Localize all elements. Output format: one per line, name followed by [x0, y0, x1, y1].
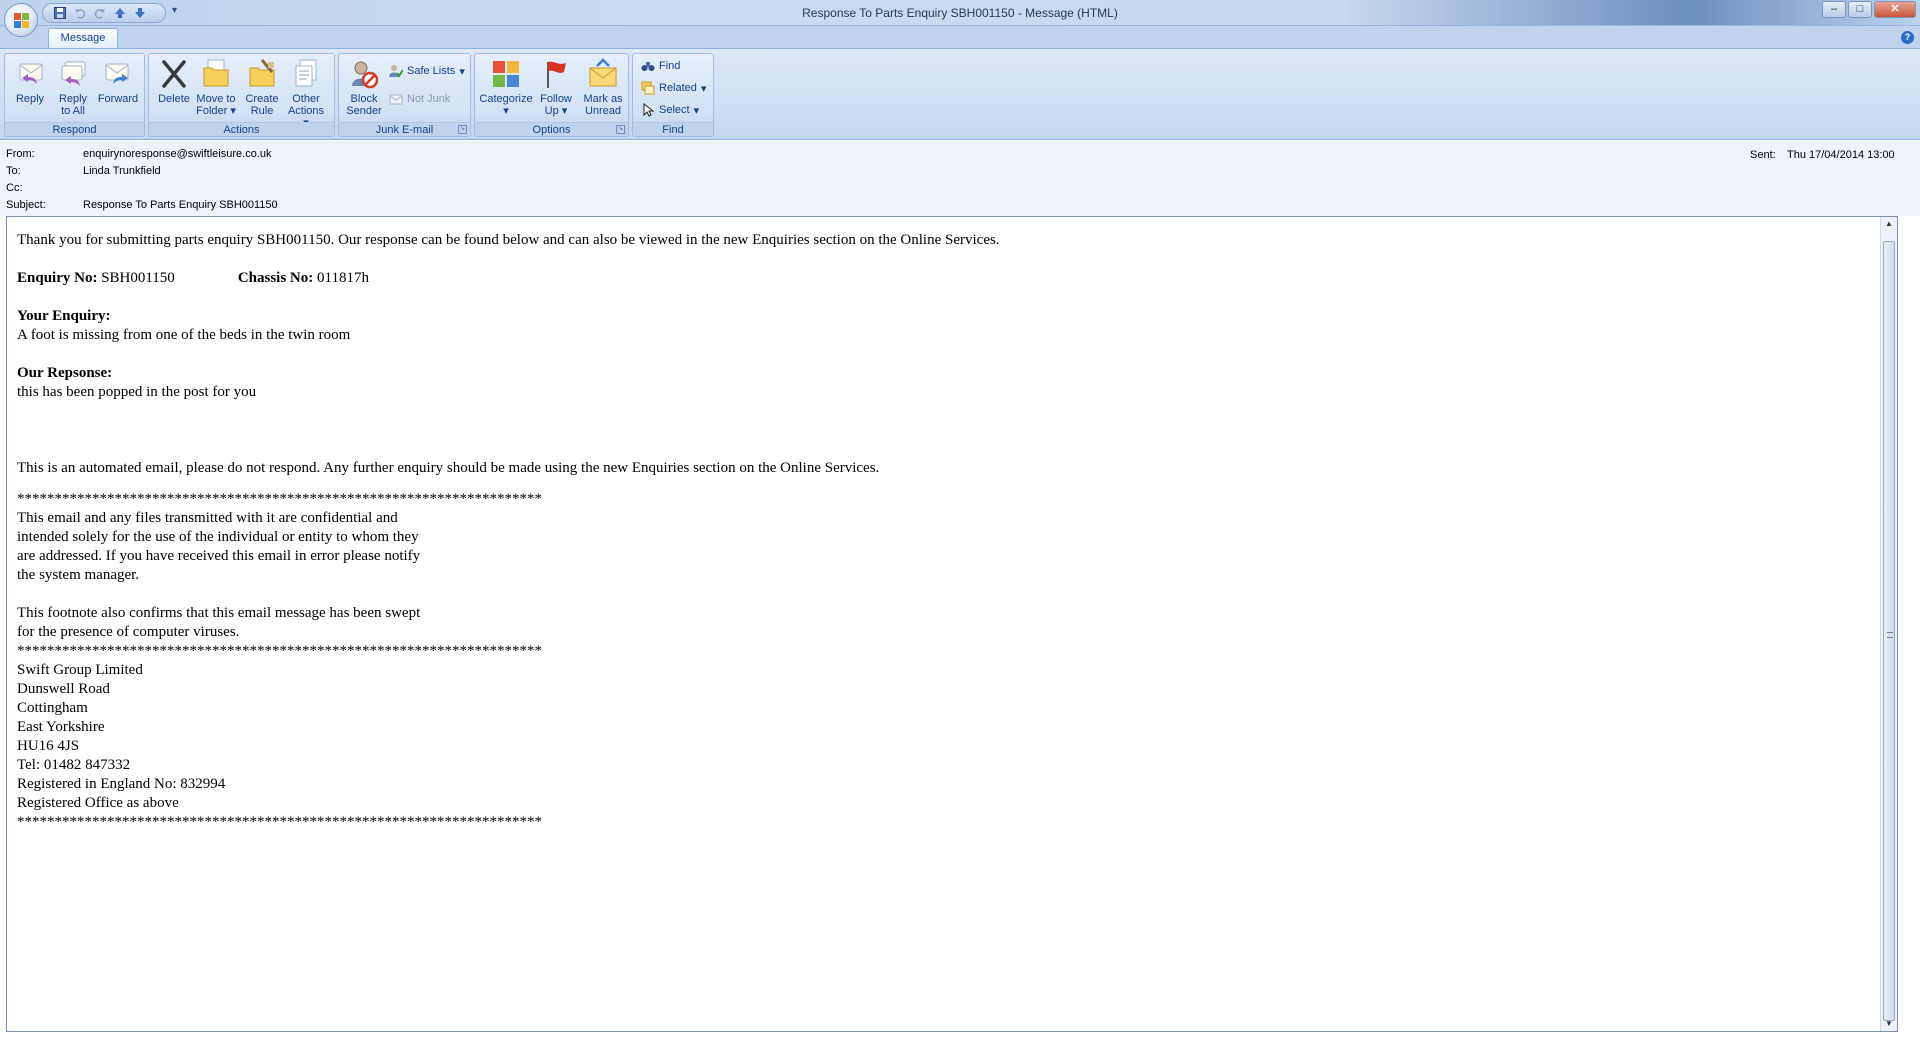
- delete-icon: [158, 58, 190, 90]
- forward-icon: [102, 58, 134, 90]
- flag-icon: [540, 58, 572, 90]
- address-line: HU16 4JS: [17, 738, 80, 754]
- divider-stars: ****************************************…: [17, 814, 542, 830]
- actions-group: Delete Move to Folder ▾ Create Rule Othe…: [148, 53, 335, 137]
- divider-stars: ****************************************…: [17, 643, 542, 659]
- scroll-thumb[interactable]: [1883, 241, 1895, 1021]
- from-address[interactable]: enquirynoresponse@swiftleisure.co.uk: [83, 148, 271, 164]
- automated-notice: This is an automated email, please do no…: [17, 460, 880, 476]
- virus-line: for the presence of computer viruses.: [17, 624, 240, 640]
- confidential-line: the system manager.: [17, 567, 140, 583]
- help-icon[interactable]: ?: [1901, 31, 1914, 44]
- subject-row: Subject: Response To Parts Enquiry SBH00…: [6, 199, 278, 215]
- mark-as-unread-button[interactable]: Mark as Unread: [581, 56, 625, 122]
- folder-icon: [200, 58, 232, 90]
- reply-button[interactable]: Reply: [9, 56, 51, 122]
- other-actions-icon: [290, 58, 322, 90]
- categorize-icon: [490, 58, 522, 90]
- chevron-down-icon: ▾: [700, 82, 707, 95]
- dialog-launcher-icon[interactable]: ↘: [616, 125, 625, 134]
- sent-date: Thu 17/04/2014 13:00: [1787, 149, 1895, 161]
- create-rule-button[interactable]: Create Rule: [241, 56, 283, 122]
- your-enquiry-text: A foot is missing from one of the beds i…: [17, 327, 351, 343]
- office-logo-icon: [14, 13, 29, 28]
- message-header: From: enquirynoresponse@swiftleisure.co.…: [0, 141, 1920, 216]
- select-button[interactable]: Select ▾: [641, 100, 699, 120]
- chevron-down-icon: ▾: [459, 65, 465, 78]
- address-line: Registered in England No: 832994: [17, 776, 226, 792]
- enquiry-number: SBH001150: [101, 270, 175, 286]
- confidential-line: This email and any files transmitted wit…: [17, 510, 398, 526]
- chevron-down-icon: ▾: [693, 104, 700, 117]
- to-row: To: Linda Trunkfield: [6, 165, 161, 181]
- options-group: Categorize ▾ Follow Up ▾ Mark as Unread …: [474, 53, 629, 137]
- find-button[interactable]: Find: [641, 56, 680, 76]
- vertical-scrollbar[interactable]: ▲ ▼: [1880, 217, 1897, 1031]
- dialog-launcher-icon[interactable]: ↘: [458, 125, 467, 134]
- rule-icon: [246, 58, 278, 90]
- address-line: Cottingham: [17, 700, 88, 716]
- safe-lists-icon: [389, 64, 404, 78]
- not-junk-button[interactable]: Not Junk: [389, 89, 450, 109]
- message-body: Thank you for submitting parts enquiry S…: [17, 231, 1877, 832]
- confidential-line: intended solely for the use of the indiv…: [17, 529, 419, 545]
- categorize-button[interactable]: Categorize ▾: [479, 56, 533, 122]
- block-sender-icon: [348, 58, 380, 90]
- window-controls: – □ ✕: [1822, 1, 1916, 18]
- divider-stars: ****************************************…: [17, 491, 542, 507]
- chevron-down-icon: ▾: [503, 105, 509, 117]
- from-row: From: enquirynoresponse@swiftleisure.co.…: [6, 148, 271, 164]
- follow-up-button[interactable]: Follow Up ▾: [535, 56, 577, 122]
- close-button[interactable]: ✕: [1874, 1, 1916, 18]
- our-response-heading: Our Repsonse:: [17, 365, 113, 381]
- safe-lists-button[interactable]: Safe Lists ▾: [389, 61, 465, 81]
- cc-row: Cc:: [6, 182, 23, 194]
- office-button[interactable]: [4, 3, 38, 37]
- enquiry-details: Enquiry No: SBH001150 Chassis No: 011817h: [17, 270, 369, 286]
- scroll-up-icon[interactable]: ▲: [1882, 217, 1896, 231]
- intro-text: Thank you for submitting parts enquiry S…: [17, 232, 1000, 248]
- not-junk-icon: [389, 92, 403, 106]
- cursor-icon: [641, 102, 655, 117]
- address-line: Dunswell Road: [17, 681, 110, 697]
- related-icon: [641, 81, 655, 95]
- message-body-frame[interactable]: Thank you for submitting parts enquiry S…: [6, 216, 1898, 1032]
- move-to-folder-button[interactable]: Move to Folder ▾: [195, 56, 237, 122]
- title-bar: ▾ Response To Parts Enquiry SBH001150 - …: [0, 0, 1920, 26]
- our-response-text: this has been popped in the post for you: [17, 384, 257, 400]
- maximize-button[interactable]: □: [1848, 1, 1872, 18]
- address-line: Tel: 01482 847332: [17, 757, 131, 773]
- other-actions-button[interactable]: Other Actions ▾: [285, 56, 327, 129]
- binoculars-icon: [641, 59, 655, 73]
- virus-line: This footnote also confirms that this em…: [17, 605, 421, 621]
- minimize-button[interactable]: –: [1822, 1, 1846, 18]
- subject: Response To Parts Enquiry SBH001150: [83, 199, 278, 211]
- respond-group: Reply Reply to All Forward Respond: [4, 53, 145, 137]
- ribbon-tab-row: Message ?: [0, 26, 1920, 49]
- forward-button[interactable]: Forward: [97, 56, 139, 122]
- address-line: Registered Office as above: [17, 795, 179, 811]
- confidential-line: are addressed. If you have received this…: [17, 548, 421, 564]
- tab-message[interactable]: Message: [48, 28, 118, 49]
- to-recipient[interactable]: Linda Trunkfield: [83, 165, 161, 181]
- address-line: Swift Group Limited: [17, 662, 143, 678]
- chassis-number: 011817h: [317, 270, 369, 286]
- your-enquiry-heading: Your Enquiry:: [17, 308, 111, 324]
- sent-row: Sent: Thu 17/04/2014 13:00: [1750, 149, 1895, 161]
- envelope-icon: [587, 58, 619, 90]
- reply-all-button[interactable]: Reply to All: [52, 56, 94, 122]
- scroll-down-icon[interactable]: ▼: [1882, 1017, 1896, 1031]
- find-group: Find Related ▾ Select ▾ Find: [632, 53, 714, 137]
- reply-all-icon: [57, 58, 89, 90]
- ribbon: Reply Reply to All Forward Respond Delet…: [0, 48, 1920, 140]
- junk-email-group: Block Sender Safe Lists ▾ Not Junk Junk E…: [338, 53, 471, 137]
- reply-icon: [14, 58, 46, 90]
- delete-button[interactable]: Delete: [153, 56, 195, 122]
- address-line: East Yorkshire: [17, 719, 105, 735]
- window-title: Response To Parts Enquiry SBH001150 - Me…: [802, 6, 1118, 20]
- related-button[interactable]: Related ▾: [641, 78, 706, 98]
- block-sender-button[interactable]: Block Sender: [343, 56, 385, 122]
